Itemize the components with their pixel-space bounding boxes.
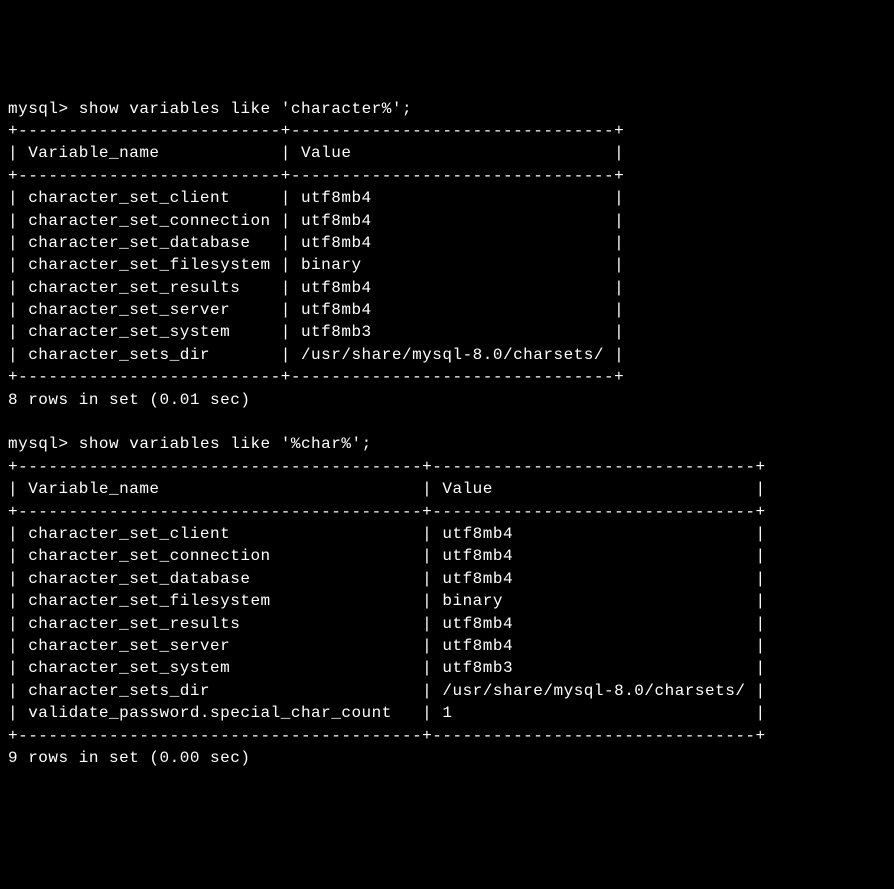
query1-line: mysql> show variables like 'character%'; bbox=[8, 100, 412, 118]
table1-bottom-border: +--------------------------+------------… bbox=[8, 368, 624, 386]
query2-footer: 9 rows in set (0.00 sec) bbox=[8, 749, 250, 767]
table1-body: | character_set_client | utf8mb4 | | cha… bbox=[8, 189, 624, 364]
query1-footer: 8 rows in set (0.01 sec) bbox=[8, 391, 250, 409]
table2-bottom-border: +---------------------------------------… bbox=[8, 727, 766, 745]
mysql-prompt: mysql> bbox=[8, 100, 79, 118]
sql-command: show variables like 'character%'; bbox=[79, 100, 412, 118]
table1-header-row: | Variable_name | Value | bbox=[8, 144, 624, 162]
terminal-output: mysql> show variables like 'character%';… bbox=[8, 98, 886, 770]
table2-top-border: +---------------------------------------… bbox=[8, 458, 766, 476]
sql-command: show variables like '%char%'; bbox=[79, 435, 372, 453]
mysql-prompt: mysql> bbox=[8, 435, 79, 453]
table2-header-row: | Variable_name | Value | bbox=[8, 480, 766, 498]
table2-body: | character_set_client | utf8mb4 | | cha… bbox=[8, 525, 766, 722]
table1-mid-border: +--------------------------+------------… bbox=[8, 167, 624, 185]
table1-top-border: +--------------------------+------------… bbox=[8, 122, 624, 140]
query2-line: mysql> show variables like '%char%'; bbox=[8, 435, 372, 453]
table2-mid-border: +---------------------------------------… bbox=[8, 503, 766, 521]
